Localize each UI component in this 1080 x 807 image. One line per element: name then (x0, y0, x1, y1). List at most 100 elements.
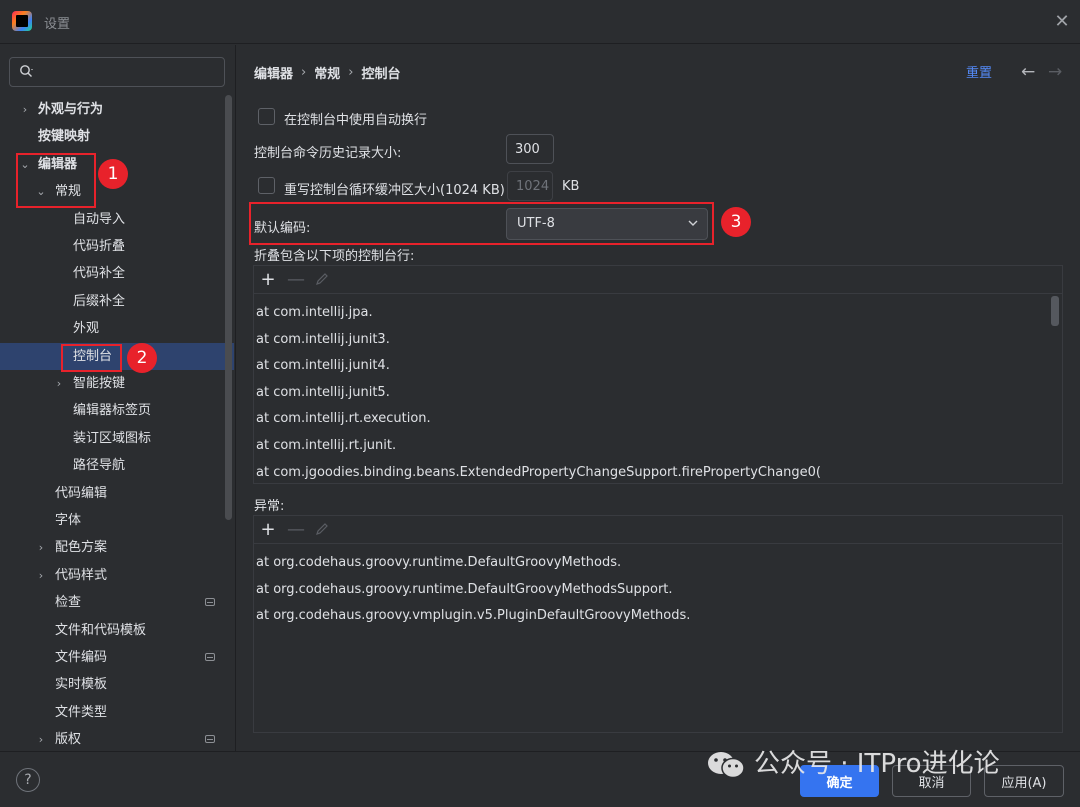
annotation-number-2: 2 (127, 343, 157, 373)
sidebar-item[interactable]: 检查 (0, 589, 234, 616)
sidebar-item-label: 代码样式 (55, 567, 108, 583)
list-item[interactable]: at com.intellij.jpa. (256, 300, 373, 326)
sidebar-item[interactable]: 编辑器标签页 (0, 397, 234, 424)
sidebar-item[interactable]: › 代码样式 (0, 562, 234, 589)
annotation-box-editor (16, 153, 96, 208)
soft-wrap-checkbox[interactable] (258, 108, 275, 125)
settings-main-panel: 编辑器 › 常规 › 控制台 重置 ← → 在控制台中使用自动换行 控制台命令历… (236, 45, 1080, 751)
annotation-box-encoding (249, 202, 714, 245)
sidebar-item[interactable]: › 版权 (0, 726, 234, 753)
settings-search-input[interactable] (44, 62, 220, 82)
edit-pencil-icon[interactable] (314, 271, 330, 287)
list-item[interactable]: at com.intellij.rt.junit. (256, 433, 396, 459)
list-item[interactable]: at com.jgoodies.binding.beans.ExtendedPr… (256, 460, 821, 486)
back-arrow-icon[interactable]: ← (1021, 62, 1035, 82)
exceptions-panel: + — at org.codehaus.groovy.runtime.Defau… (253, 515, 1063, 733)
add-icon[interactable]: + (258, 520, 278, 540)
close-icon[interactable]: ✕ (1052, 12, 1072, 32)
sidebar-item-label: 后缀补全 (73, 293, 126, 309)
chevron-right-icon[interactable]: › (34, 726, 48, 753)
sidebar-item[interactable]: › 外观与行为 (0, 96, 234, 123)
search-icon (20, 65, 33, 77)
sidebar-item[interactable]: 后缀补全 (0, 288, 234, 315)
sidebar-item[interactable]: 装订区域图标 (0, 425, 234, 452)
sidebar-item[interactable]: 实时模板 (0, 671, 234, 698)
sidebar-item[interactable]: › 配色方案 (0, 534, 234, 561)
override-buffer-checkbox[interactable] (258, 177, 275, 194)
wechat-icon (708, 752, 745, 779)
sidebar-scrollbar[interactable] (225, 95, 232, 520)
fold-lines-toolbar: + — (254, 266, 1062, 294)
sidebar-item[interactable]: 代码编辑 (0, 480, 234, 507)
annotation-number-1: 1 (98, 159, 128, 189)
sidebar-item-label: 文件编码 (55, 650, 108, 665)
sidebar-item-label: 编辑器标签页 (73, 403, 152, 419)
fold-lines-scrollbar[interactable] (1051, 296, 1059, 326)
list-item[interactable]: at com.intellij.junit5. (256, 380, 390, 406)
sidebar-item-label: 自动导入 (73, 211, 126, 227)
sidebar-item[interactable]: 代码折叠 (0, 233, 234, 260)
watermark-text: 公众号 · ITPro进化论 (754, 749, 1000, 779)
override-buffer-label: 重写控制台循环缓冲区大小(1024 KB) (284, 183, 505, 198)
sidebar-item-label: 外观与行为 (38, 102, 104, 117)
list-item[interactable]: at com.intellij.junit4. (256, 353, 390, 379)
add-icon[interactable]: + (258, 270, 278, 290)
project-scope-icon (205, 735, 215, 744)
edit-pencil-icon[interactable] (314, 521, 330, 537)
breadcrumb-separator: › (348, 64, 354, 80)
settings-search-box[interactable] (9, 57, 225, 87)
forward-arrow-icon[interactable]: → (1048, 62, 1062, 82)
project-scope-icon (205, 598, 215, 607)
sidebar-item[interactable]: 字体 (0, 507, 234, 534)
override-buffer-field[interactable] (507, 171, 553, 201)
sidebar-item-label: 代码折叠 (73, 239, 126, 254)
sidebar-item-label: 外观 (73, 321, 100, 337)
history-size-label: 控制台命令历史记录大小: (254, 146, 402, 161)
sidebar-item[interactable]: 按键映射 (0, 123, 234, 150)
list-item[interactable]: at org.codehaus.groovy.runtime.DefaultGr… (256, 577, 673, 603)
sidebar-item-label: 文件和代码模板 (55, 622, 147, 638)
help-button[interactable]: ? (16, 768, 40, 792)
breadcrumb-item-editor[interactable]: 编辑器 (254, 63, 293, 82)
history-size-field[interactable] (506, 134, 554, 164)
sidebar-item-label: 检查 (55, 595, 82, 611)
chevron-right-icon[interactable]: › (18, 96, 32, 123)
sidebar-item[interactable]: › 智能按键 (0, 370, 234, 397)
fold-lines-panel: + — at com.intellij.jpa. at com.intellij.… (253, 265, 1063, 484)
reset-link[interactable]: 重置 (966, 62, 992, 81)
breadcrumb-item-general[interactable]: 常规 (314, 63, 340, 82)
sidebar-item[interactable]: 文件编码 (0, 644, 234, 671)
sidebar-item[interactable]: 文件类型 (0, 699, 234, 726)
breadcrumb-item-console: 控制台 (361, 66, 401, 82)
sidebar-item-label: 装订区域图标 (73, 430, 152, 446)
remove-icon[interactable]: — (286, 520, 306, 540)
sidebar-item-label: 代码补全 (73, 266, 126, 282)
sidebar-item[interactable]: 路径导航 (0, 452, 234, 479)
list-item[interactable]: at com.intellij.rt.execution. (256, 406, 431, 432)
title-bar: 设置 ✕ (0, 0, 1080, 44)
chevron-right-icon[interactable]: › (34, 562, 48, 589)
settings-sidebar: › 外观与行为 按键映射 ⌄ 编辑器 ⌄ 常规 自动导入 代码折叠 代码补全 后缀补全 外观 控制台 › 智… (0, 45, 236, 751)
breadcrumb: 编辑器 › 常规 › 控制台 (254, 62, 400, 82)
exceptions-label: 异常: (254, 499, 285, 514)
list-item[interactable]: at org.codehaus.groovy.vmplugin.v5.Plugi… (256, 603, 690, 629)
sidebar-item[interactable]: 文件和代码模板 (0, 617, 234, 644)
sidebar-item-label: 版权 (55, 732, 82, 748)
sidebar-item-label: 按键映射 (38, 129, 91, 145)
list-item[interactable]: at com.intellij.junit3. (256, 327, 390, 353)
sidebar-item[interactable]: 外观 (0, 315, 234, 342)
chevron-right-icon[interactable]: › (34, 534, 48, 561)
sidebar-item-label: 实时模板 (55, 677, 108, 693)
list-item[interactable]: at org.codehaus.groovy.runtime.DefaultGr… (256, 550, 621, 576)
sidebar-item[interactable]: 自动导入 (0, 206, 234, 233)
remove-icon[interactable]: — (286, 270, 306, 290)
sidebar-item[interactable]: 代码补全 (0, 260, 234, 287)
soft-wrap-label: 在控制台中使用自动换行 (284, 113, 428, 128)
sidebar-item-label: 路径导航 (73, 458, 126, 474)
exceptions-toolbar: + — (254, 516, 1062, 544)
intellij-app-icon (12, 11, 32, 31)
fold-lines-label: 折叠包含以下项的控制台行: (254, 249, 415, 264)
annotation-number-3: 3 (721, 207, 751, 237)
breadcrumb-separator: › (301, 64, 307, 80)
chevron-right-icon[interactable]: › (52, 370, 66, 397)
